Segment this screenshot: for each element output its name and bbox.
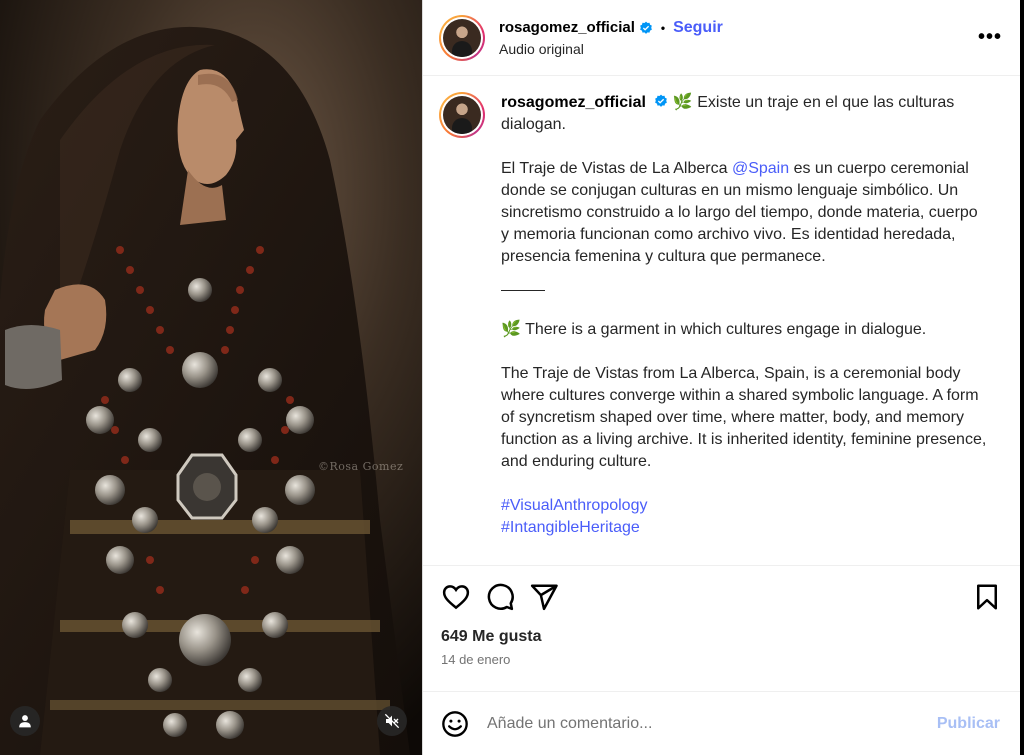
- leaf-emoji: 🌿: [672, 94, 693, 111]
- photo-watermark: ©Rosa Gomez: [318, 460, 404, 473]
- portrait-image: [0, 0, 422, 755]
- follow-button[interactable]: Seguir: [673, 19, 723, 37]
- smile-icon[interactable]: [441, 710, 469, 738]
- divider-line: [501, 290, 545, 291]
- post-photo[interactable]: ©Rosa Gomez: [0, 0, 422, 755]
- mute-toggle-button[interactable]: [377, 706, 407, 736]
- audio-label[interactable]: Audio original: [499, 41, 978, 57]
- post-side-panel: rosagomez_official • Seguir Audio origin…: [422, 0, 1020, 755]
- comment-icon[interactable]: [485, 582, 515, 612]
- caption-paragraph-4: The Traje de Vistas from La Alberca, Spa…: [501, 365, 987, 470]
- muted-speaker-icon: [384, 713, 400, 729]
- likes-count[interactable]: 649 Me gusta: [423, 628, 1020, 646]
- verified-badge-icon: [640, 21, 652, 34]
- mention-link[interactable]: @Spain: [732, 160, 789, 177]
- post-header: rosagomez_official • Seguir Audio origin…: [423, 0, 1020, 76]
- caption-text: rosagomez_official 🌿 Existe un traje en …: [501, 92, 989, 539]
- instagram-post: ©Rosa Gomez rosagomez_official • Seguir …: [0, 0, 1024, 755]
- author-avatar[interactable]: [439, 14, 485, 61]
- avatar-image: [443, 18, 481, 57]
- comment-input[interactable]: [487, 714, 937, 733]
- author-username[interactable]: rosagomez_official: [499, 19, 635, 36]
- caption-author-avatar[interactable]: [439, 92, 485, 138]
- caption-comment: rosagomez_official 🌿 Existe un traje en …: [439, 92, 1004, 539]
- user-icon: [19, 715, 31, 728]
- hashtag-link[interactable]: #VisualAnthropology: [501, 495, 989, 517]
- author-info: rosagomez_official • Seguir Audio origin…: [499, 19, 978, 57]
- caption-paragraph-2-start: El Traje de Vistas de La Alberca: [501, 160, 732, 177]
- post-date[interactable]: 14 de enero: [423, 646, 1020, 667]
- verified-badge-icon: [655, 94, 668, 107]
- hashtag-link[interactable]: #IntangibleHeritage: [501, 517, 989, 539]
- window-edge: [1020, 0, 1024, 755]
- avatar-image: [443, 96, 481, 134]
- action-bar: [423, 566, 1020, 628]
- send-icon[interactable]: [529, 582, 559, 612]
- publish-button[interactable]: Publicar: [937, 715, 1000, 733]
- caption-section: rosagomez_official 🌿 Existe un traje en …: [423, 76, 1020, 566]
- heart-icon[interactable]: [441, 582, 471, 612]
- bookmark-icon[interactable]: [972, 582, 1002, 612]
- caption-paragraph-3: There is a garment in which cultures eng…: [525, 321, 927, 338]
- comment-composer: Publicar: [423, 691, 1020, 755]
- separator-dot: •: [660, 20, 666, 35]
- caption-username[interactable]: rosagomez_official: [501, 94, 646, 111]
- leaf-emoji: 🌿: [501, 321, 521, 338]
- more-options-icon[interactable]: •••: [978, 26, 1002, 49]
- tagged-users-button[interactable]: [10, 706, 40, 736]
